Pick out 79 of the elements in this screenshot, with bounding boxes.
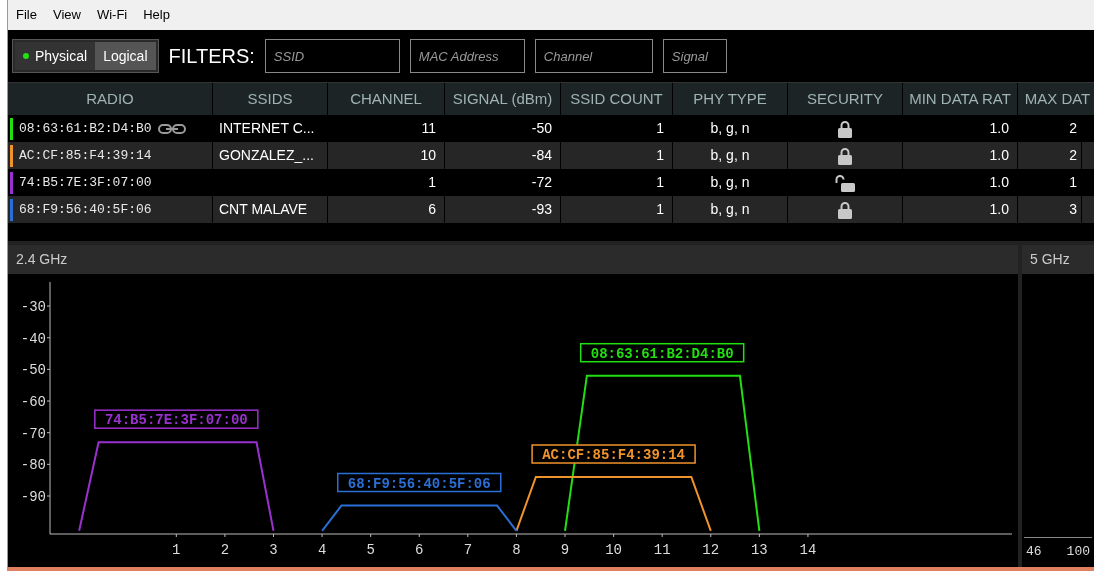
x-tick-label: 13 [750, 542, 768, 558]
y-tick-label: -30 [20, 299, 46, 316]
max-rate-cell-text: 2 [1069, 119, 1077, 138]
x-tick-label: 100 [1066, 542, 1090, 561]
lock-icon [838, 146, 852, 165]
lock-icon [838, 119, 852, 138]
radio-cell-text: 68:F9:56:40:5F:06 [19, 200, 152, 219]
signal-cell-text: -72 [531, 173, 552, 192]
radio-cell-text: AC:CF:85:F4:39:14 [19, 146, 152, 165]
min-rate-cell-text: 1.0 [989, 146, 1009, 165]
panel-title: 2.4 GHz [16, 250, 68, 269]
y-tick-label: -60 [20, 394, 46, 411]
y-tick-label: -40 [20, 330, 46, 347]
radio-cell-text: 74:B5:7E:3F:07:00 [19, 173, 152, 192]
network-label: 08:63:61:B2:D4:B0 [579, 342, 745, 363]
ssid-cell-text: GONZALEZ_... [219, 146, 314, 165]
x-tick-label: 9 [560, 542, 570, 558]
x-tick-label: 7 [463, 542, 473, 558]
x-tick-label: 12 [702, 542, 720, 558]
signal-cell-text: -50 [531, 119, 552, 138]
series-label: AC:CF:85:F4:39:14 [542, 447, 686, 464]
panel-title: 5 GHz [1030, 250, 1070, 269]
network-label: 74:B5:7E:3F:07:00 [94, 409, 259, 429]
filter-field[interactable]: MAC Address [409, 39, 525, 73]
filters-label: FILTERS: [168, 44, 255, 69]
phy-type-cell-text: b, g, n [710, 173, 750, 192]
series-label: 68:F9:56:40:5F:06 [347, 475, 491, 492]
max-rate-cell-text: 2 [1069, 146, 1077, 165]
ssid-count-cell-text: 1 [656, 200, 664, 219]
x-tick-label: 14 [799, 542, 817, 558]
x-tick-label: 46 [1026, 542, 1042, 561]
y-tick-label: -50 [20, 362, 46, 379]
series-label: 74:B5:7E:3F:07:00 [104, 412, 248, 429]
ssid-cell-text: INTERNET C... [219, 119, 315, 138]
network-label: 68:F9:56:40:5F:06 [337, 472, 502, 493]
max-rate-cell-text: 3 [1069, 200, 1077, 219]
y-tick-label: -80 [20, 457, 46, 474]
y-tick-label: -90 [20, 489, 46, 505]
channel-cell-text: 6 [428, 200, 436, 219]
x-tick-label: 1 [172, 542, 181, 558]
x-tick-label: 10 [605, 542, 622, 558]
filter-field[interactable]: SSID [264, 39, 400, 73]
network-label: AC:CF:85:F4:39:14 [531, 444, 696, 464]
phy-type-cell-text: b, g, n [710, 119, 750, 138]
series-label: 08:63:61:B2:D4:B0 [590, 345, 734, 362]
signal-cell-text: -93 [531, 200, 552, 219]
min-rate-cell-text: 1.0 [989, 173, 1009, 192]
ssid-count-cell-text: 1 [656, 173, 664, 192]
x-tick-label: 3 [269, 542, 278, 558]
y-tick-label: -70 [20, 425, 46, 442]
min-rate-cell-text: 1.0 [989, 200, 1009, 219]
min-rate-cell-text: 1.0 [989, 119, 1009, 138]
x-tick-label: 8 [512, 542, 521, 558]
x-tick-label: 11 [653, 542, 671, 558]
max-rate-cell-text: 1 [1069, 173, 1077, 192]
channel-cell-text: 1 [428, 173, 436, 192]
ssid-count-cell-text: 1 [656, 146, 664, 165]
view-tab[interactable]: Physical [15, 42, 96, 70]
signal-cell-text: -84 [531, 146, 552, 165]
filter-field[interactable]: Channel [534, 39, 653, 73]
menu-item[interactable]: File [16, 5, 37, 25]
ssid-count-cell-text: 1 [656, 119, 664, 138]
phy-type-cell-text: b, g, n [710, 200, 750, 219]
channel-cell-text: 10 [420, 146, 436, 165]
x-tick-label: 6 [415, 542, 424, 558]
x-tick-label: 2 [220, 542, 230, 558]
x-tick-label: 4 [317, 542, 327, 558]
menu-item[interactable]: Wi-Fi [96, 5, 128, 25]
filter-field[interactable]: Signal [662, 39, 727, 73]
menu-item[interactable]: View [52, 5, 81, 25]
x-tick-label: 5 [366, 542, 375, 558]
unlocked-icon [835, 173, 855, 192]
phy-type-cell-text: b, g, n [710, 146, 750, 165]
channel-cell-text: 11 [421, 119, 436, 138]
radio-cell-text: 08:63:61:B2:D4:B0 [19, 119, 152, 138]
lock-icon [838, 200, 852, 219]
ssid-cell-text: CNT MALAVE [219, 200, 308, 219]
menu-item[interactable]: Help [143, 5, 170, 25]
view-tab[interactable]: Logical [95, 42, 156, 70]
